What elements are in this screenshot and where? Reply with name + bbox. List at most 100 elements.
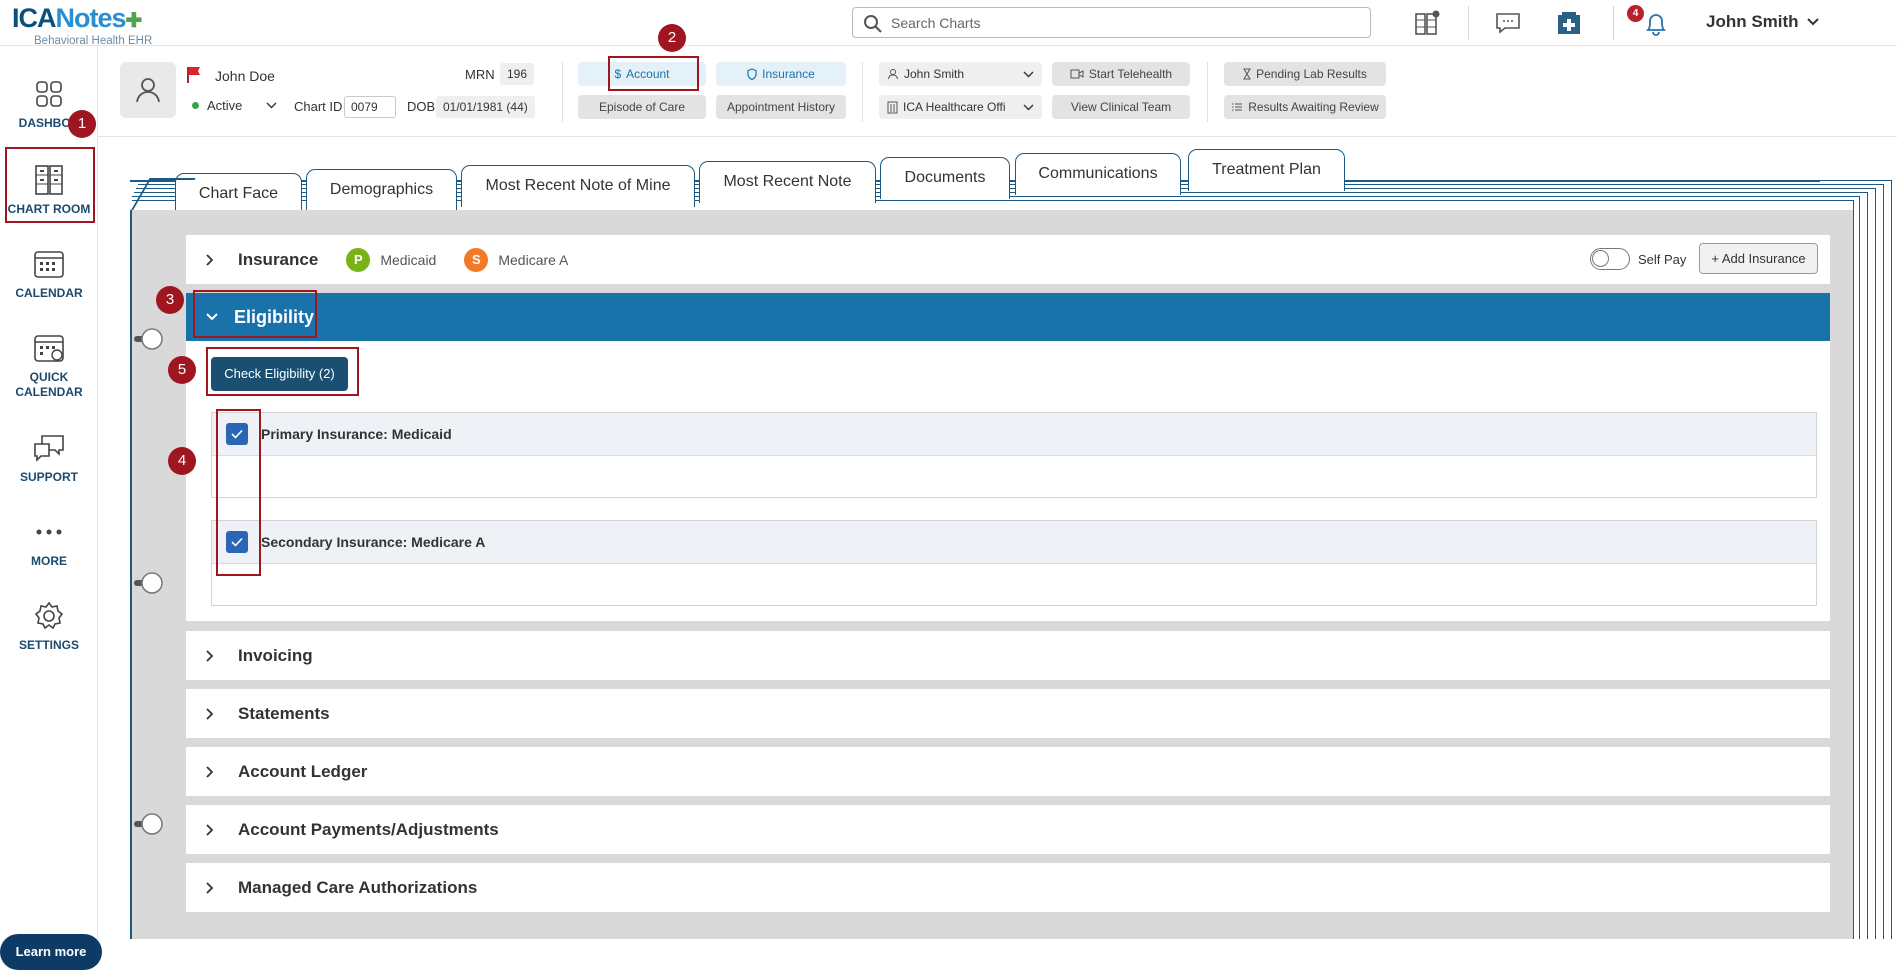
add-insurance-button[interactable]: + Add Insurance (1699, 243, 1818, 274)
primary-badge: P (346, 247, 371, 272)
chevron-right-icon (206, 707, 220, 720)
support-icon (31, 430, 67, 466)
chevron-down-icon (1023, 71, 1034, 78)
sidebar-item-more[interactable]: MORE (0, 514, 98, 592)
account-payments-section-header[interactable]: Account Payments/Adjustments (186, 805, 1830, 854)
chart-id-field[interactable]: 0079 (344, 96, 396, 118)
annotation-badge: 3 (156, 286, 184, 314)
self-pay-label: Self Pay (1638, 252, 1687, 267)
list-icon (1231, 102, 1243, 112)
results-awaiting-review-button[interactable]: Results Awaiting Review (1224, 95, 1386, 119)
search-input[interactable] (891, 12, 1361, 34)
flag-icon[interactable] (186, 66, 202, 84)
provider-select[interactable]: John Smith (879, 62, 1042, 86)
sidebar-item-label: SETTINGS (18, 638, 79, 652)
chart-cabinet-icon[interactable] (1411, 8, 1443, 38)
managed-care-section-header[interactable]: Managed Care Authorizations (186, 863, 1830, 912)
chevron-right-icon (206, 649, 220, 662)
bell-icon[interactable] (1640, 8, 1672, 38)
annotation-box-chart-room (5, 147, 95, 223)
secondary-insurance-name: Medicare A (498, 251, 569, 268)
binder-ring (134, 571, 164, 595)
tab-most-recent-note[interactable]: Most Recent Note (699, 161, 876, 203)
secondary-insurance-label: Secondary Insurance: Medicare A (261, 534, 486, 550)
chevron-down-icon (1806, 18, 1819, 26)
eligibility-section-header[interactable]: Eligibility (186, 293, 1830, 341)
app-logo[interactable]: ICANotes✚ Behavioral Health EHR (12, 3, 172, 47)
insurance-card-secondary: Secondary Insurance: Medicare A (211, 520, 1817, 606)
chevron-right-icon (206, 823, 220, 836)
user-name: John Smith (1706, 12, 1799, 31)
patient-name: John Doe (215, 68, 275, 84)
annotation-box-account (608, 56, 699, 91)
section-title: Account Ledger (238, 761, 368, 781)
sidebar-item-label: QUICK CALENDAR (15, 370, 83, 399)
appointment-history-button[interactable]: Appointment History (716, 95, 846, 119)
tab-documents[interactable]: Documents (880, 157, 1010, 199)
location-value: ICA Healthcare Offi (903, 100, 1006, 114)
status-value: Active (207, 98, 243, 113)
primary-insurance-name: Medicaid (380, 251, 437, 268)
annotation-box-eligibility (193, 290, 317, 338)
insurance-button-label: Insurance (762, 67, 815, 81)
annotation-box-checkboxes (216, 409, 261, 576)
tab-demographics[interactable]: Demographics (306, 169, 457, 211)
annotation-badge: 4 (168, 447, 196, 475)
account-ledger-section-header[interactable]: Account Ledger (186, 747, 1830, 796)
avatar[interactable] (120, 62, 176, 118)
top-bar: ICANotes✚ Behavioral Health EHR 4 John S… (0, 0, 1897, 47)
section-title: Account Payments/Adjustments (238, 819, 499, 839)
tab-most-recent-note-of-mine[interactable]: Most Recent Note of Mine (461, 165, 695, 207)
pending-lab-results-button[interactable]: Pending Lab Results (1224, 62, 1386, 86)
notification-badge: 4 (1627, 5, 1644, 22)
binder-ring (134, 327, 164, 351)
sidebar-item-calendar[interactable]: CALENDAR (0, 246, 98, 324)
primary-insurance-label: Primary Insurance: Medicaid (261, 426, 452, 442)
sidebar-item-label: MORE (31, 554, 67, 568)
invoicing-section-header[interactable]: Invoicing (186, 631, 1830, 680)
insurance-section-title: Insurance (238, 249, 319, 269)
secondary-badge: S (464, 247, 489, 272)
episode-of-care-button[interactable]: Episode of Care (578, 95, 706, 119)
insurance-card-primary: Primary Insurance: Medicaid (211, 412, 1817, 498)
statements-section-header[interactable]: Statements (186, 689, 1830, 738)
insurance-button[interactable]: Insurance (716, 62, 846, 86)
sidebar-item-support[interactable]: SUPPORT (0, 430, 98, 508)
prescription-icon[interactable] (1553, 8, 1585, 38)
user-menu[interactable]: John Smith (1706, 12, 1819, 32)
mrn-value: 196 (500, 63, 535, 85)
messages-icon[interactable] (1492, 8, 1524, 38)
logo-text-a: ICA (12, 3, 56, 33)
annotation-badge: 1 (68, 110, 96, 138)
quick-calendar-icon (31, 330, 67, 366)
sidebar-item-settings[interactable]: SETTINGS (0, 598, 98, 676)
user-icon (887, 68, 899, 80)
hourglass-icon (1243, 68, 1252, 80)
search-icon (863, 14, 883, 34)
annotation-badge: 5 (168, 356, 196, 384)
tab-treatment-plan[interactable]: Treatment Plan (1188, 149, 1345, 191)
binder-ring (134, 812, 164, 836)
sidebar-item-label: SUPPORT (19, 470, 78, 484)
start-telehealth-label: Start Telehealth (1088, 67, 1173, 81)
dob-label: DOB (407, 99, 436, 114)
start-telehealth-button[interactable]: Start Telehealth (1052, 62, 1190, 86)
annotation-badge: 2 (658, 24, 686, 52)
location-select[interactable]: ICA Healthcare Offi (879, 95, 1042, 119)
chevron-right-icon (206, 881, 220, 894)
status-select[interactable]: Active (192, 98, 277, 113)
chevron-right-icon (206, 253, 220, 266)
tab-communications[interactable]: Communications (1015, 153, 1181, 195)
view-clinical-team-button[interactable]: View Clinical Team (1052, 95, 1190, 119)
sidebar-item-quick-calendar[interactable]: QUICK CALENDAR (0, 330, 98, 408)
section-title: Invoicing (238, 645, 313, 665)
annotation-box-check-eligibility (206, 347, 359, 396)
video-icon (1070, 69, 1084, 79)
search-bar[interactable] (852, 7, 1371, 38)
chevron-down-icon (1023, 104, 1034, 111)
results-awaiting-review-label: Results Awaiting Review (1248, 100, 1379, 114)
learn-more-button[interactable]: Learn more (0, 934, 102, 970)
insurance-section-header[interactable]: Insurance P Medicaid S Medicare A (186, 235, 1830, 284)
self-pay-toggle[interactable] (1590, 248, 1630, 270)
sidebar-item-label: CALENDAR (15, 286, 83, 300)
